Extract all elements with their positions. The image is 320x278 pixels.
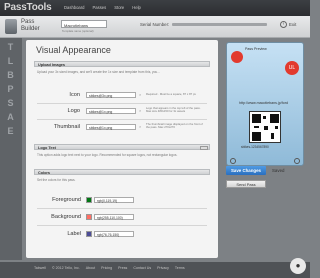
footer: Tabwell © 2012 Tello, Inc. About Pricing… bbox=[0, 262, 310, 278]
app-name-line2: Builder bbox=[21, 25, 40, 32]
divider bbox=[37, 119, 207, 120]
pass-preview: Pass Preview UL http://www.macotiebans.j… bbox=[226, 42, 304, 166]
thumbnail-label: Thumbnail bbox=[53, 124, 80, 130]
thumbnail-badge: UL bbox=[285, 61, 299, 75]
visual-appearance-panel: Visual Appearance Upload Images Upload y… bbox=[26, 40, 218, 258]
logo-text-hint: This option adds logo text next to your … bbox=[37, 153, 178, 157]
footer-link[interactable]: Terms bbox=[175, 266, 185, 270]
logo-text-heading: Logo Text bbox=[34, 144, 210, 150]
pass-builder-title: Pass Builder bbox=[21, 19, 40, 32]
save-changes-button[interactable]: Save Changes bbox=[226, 166, 266, 175]
logo-desc: Logo that appears in the top left of the… bbox=[146, 106, 201, 114]
sidebar-step-icon[interactable]: B bbox=[4, 70, 17, 81]
logo-file-field[interactable]: sbikes@1x.png bbox=[86, 108, 136, 114]
background-color-field[interactable]: rgb(255,110,100) bbox=[94, 214, 134, 220]
nav-passes[interactable]: Passes bbox=[93, 5, 107, 10]
nav-help[interactable]: Help bbox=[132, 5, 141, 10]
colors-heading: Colors bbox=[34, 169, 210, 175]
serial-label: Serial Number: bbox=[140, 22, 170, 27]
send-pass-button[interactable]: Send Pass bbox=[226, 180, 266, 188]
footer-link[interactable]: About bbox=[86, 266, 95, 270]
template-name-hint: Template name (optional) bbox=[62, 29, 94, 33]
clear-icon[interactable]: × bbox=[139, 108, 141, 113]
template-name-input[interactable]: Macrotiebans bbox=[61, 20, 107, 28]
logo-label: Logo bbox=[67, 108, 80, 114]
top-bar: PassTools Dashboard Passes Store Help bbox=[0, 0, 310, 16]
divider bbox=[37, 208, 207, 209]
thumbnail-desc: The thumbnail image displayed on the fro… bbox=[146, 122, 203, 130]
label-swatch[interactable] bbox=[86, 231, 92, 237]
label-color-label: Label bbox=[67, 231, 81, 237]
page-title: Visual Appearance bbox=[36, 45, 111, 55]
foreground-color-field[interactable]: rgb(0,119,19) bbox=[94, 197, 134, 203]
exit-label: Exit bbox=[289, 22, 297, 27]
footer-link[interactable]: Contact Us bbox=[133, 266, 151, 270]
footer-link[interactable]: Privacy bbox=[157, 266, 169, 270]
clear-icon[interactable]: × bbox=[139, 124, 141, 129]
icon-label: Icon bbox=[69, 92, 80, 98]
thumbnail-file-field[interactable]: sbikes@1x.png bbox=[86, 124, 136, 130]
footer-link[interactable]: Tabwell bbox=[34, 266, 46, 270]
saved-status: Saved bbox=[272, 168, 285, 173]
clear-icon[interactable]: × bbox=[139, 92, 141, 97]
background-label: Background bbox=[51, 214, 81, 220]
sidebar-step-icon[interactable]: E bbox=[4, 126, 17, 137]
footer-copyright: © 2012 Tello, Inc. bbox=[51, 266, 80, 270]
divider bbox=[37, 103, 207, 104]
info-icon bbox=[230, 158, 236, 164]
code-caption: sbikes-1234567890 bbox=[241, 145, 269, 149]
sidebar-step-icon[interactable]: S bbox=[4, 98, 17, 109]
apple-logo-icon: ● bbox=[290, 258, 306, 274]
footer-link[interactable]: Pricing bbox=[101, 266, 112, 270]
preview-url: http://www.macotiebans.jp/ford bbox=[239, 101, 288, 105]
upload-images-heading: Upload Images bbox=[34, 61, 210, 67]
divider bbox=[37, 225, 207, 226]
label-color-field[interactable]: rgb(76,76,150) bbox=[94, 231, 134, 237]
icon-desc: Required · Must be a square, 87 x 87 px bbox=[146, 92, 196, 96]
exit-button[interactable]: ‹ Exit bbox=[280, 20, 300, 30]
app-logo[interactable]: PassTools bbox=[4, 2, 52, 13]
serial-value-redacted bbox=[172, 23, 268, 26]
logo-text-toggle[interactable] bbox=[200, 146, 208, 150]
pass-builder-icon bbox=[5, 19, 17, 34]
sidebar-step-icon[interactable]: P bbox=[4, 84, 17, 95]
background-swatch[interactable] bbox=[86, 214, 92, 220]
foreground-swatch[interactable] bbox=[86, 197, 92, 203]
preview-header-text: Pass Preview bbox=[245, 47, 267, 51]
sidebar-step-icon[interactable]: L bbox=[4, 56, 17, 67]
back-arrow-icon: ‹ bbox=[280, 21, 287, 28]
footer-link[interactable]: Press bbox=[118, 266, 127, 270]
colors-hint: Set the colors for this pass. bbox=[37, 178, 76, 182]
foreground-label: Foreground bbox=[52, 197, 81, 203]
qr-code-icon bbox=[249, 111, 281, 143]
top-nav: Dashboard Passes Store Help bbox=[64, 5, 141, 10]
nav-dashboard[interactable]: Dashboard bbox=[64, 5, 85, 10]
footer-links: Tabwell © 2012 Tello, Inc. About Pricing… bbox=[34, 266, 185, 270]
pass-icon bbox=[231, 51, 243, 63]
nav-store[interactable]: Store bbox=[114, 5, 124, 10]
flip-icon bbox=[294, 158, 300, 164]
sidebar-step-icon[interactable]: A bbox=[4, 112, 17, 123]
step-sidebar: T L B P S A E bbox=[0, 38, 22, 260]
upload-images-hint: Upload your 3x sized images, and we'll c… bbox=[37, 70, 160, 74]
builder-header: Pass Builder Macrotiebans Template name … bbox=[0, 16, 310, 38]
sidebar-step-icon[interactable]: T bbox=[4, 42, 17, 53]
serial-number: Serial Number: bbox=[140, 22, 268, 27]
icon-file-field[interactable]: sbikes@3x.png bbox=[86, 92, 136, 98]
